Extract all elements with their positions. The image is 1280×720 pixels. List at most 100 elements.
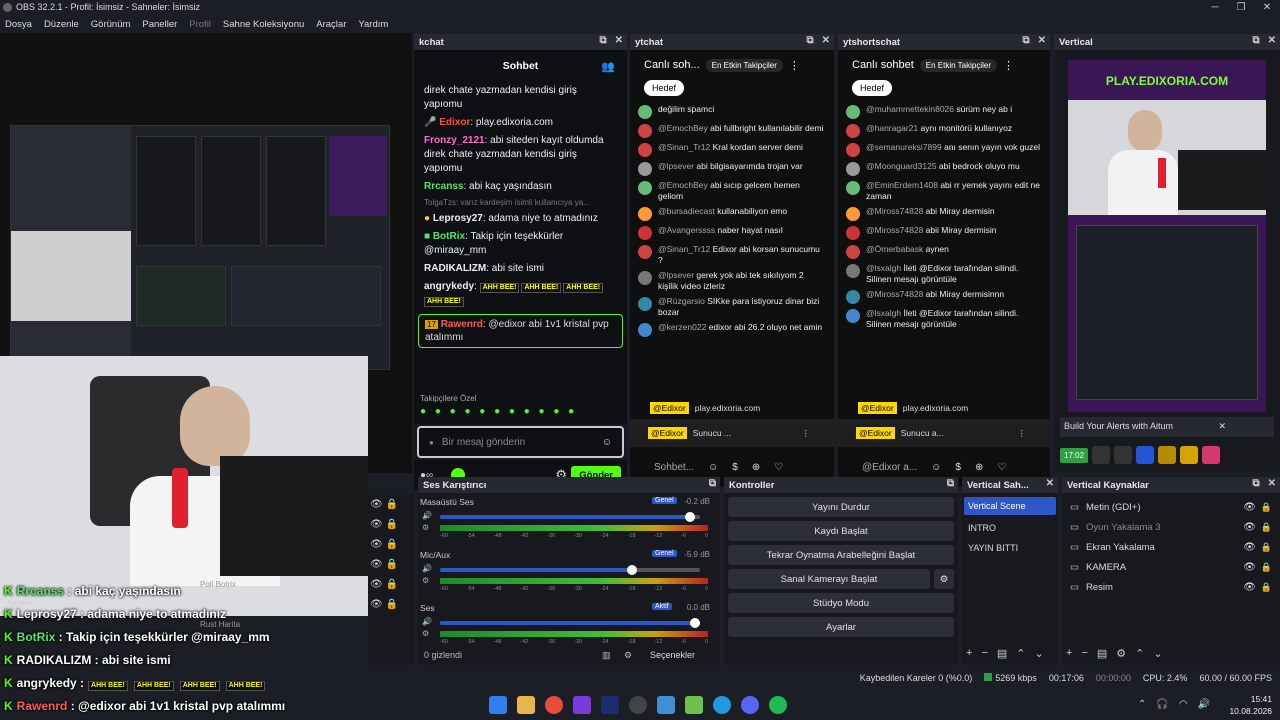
mixer-options[interactable]: Seçenekler <box>650 650 695 660</box>
start-recording-button[interactable]: Kaydı Başlat <box>728 521 954 541</box>
more-icon[interactable]: ⋮ <box>802 428 811 439</box>
close-icon[interactable]: ✕ <box>1254 0 1280 15</box>
eye-icon[interactable]: 👁 <box>1243 562 1256 573</box>
minus-icon[interactable]: − <box>1081 647 1087 660</box>
eye-icon[interactable]: 👁 <box>1243 502 1256 513</box>
gear-icon[interactable]: ⚙ <box>624 650 632 661</box>
record-icon[interactable] <box>1092 446 1111 464</box>
stop-icon[interactable] <box>1114 446 1133 464</box>
chevron-up-icon[interactable]: ⌃ <box>1138 699 1146 710</box>
volume-icon[interactable]: 🔊 <box>1198 699 1210 710</box>
volume-knob[interactable] <box>689 618 700 628</box>
menu-view[interactable]: Görünüm <box>91 19 131 30</box>
filter-icon[interactable]: ▤ <box>1097 647 1107 660</box>
lock-icon[interactable]: 🔒 <box>1261 562 1272 573</box>
heart-icon[interactable] <box>1202 446 1221 464</box>
obs-icon[interactable] <box>629 696 647 714</box>
source-item[interactable]: ▭ Resim 👁 🔒 <box>1062 577 1280 597</box>
users-icon[interactable]: 👥 <box>601 60 615 73</box>
backtrack-icon[interactable] <box>1158 446 1177 464</box>
volume-icon[interactable]: 🔊 <box>422 617 432 626</box>
menu-profile[interactable]: Profil <box>189 19 211 30</box>
premiere-pro-icon[interactable] <box>601 696 619 714</box>
volume-slider[interactable] <box>440 512 700 522</box>
eye-icon[interactable]: 👁 <box>1243 582 1256 593</box>
float-icon[interactable]: ⧉ <box>806 35 813 46</box>
chevron-up-icon[interactable]: ⌃ <box>1135 647 1144 660</box>
ytchat-input[interactable]: Sohbet... <box>654 462 694 473</box>
preview-canvas[interactable] <box>0 33 412 616</box>
volume-knob[interactable] <box>684 512 695 522</box>
tool-icon[interactable] <box>657 696 675 714</box>
live-chat-title[interactable]: Canlı sohbet <box>852 59 914 71</box>
menu-file[interactable]: Dosya <box>5 19 32 30</box>
menu-edit[interactable]: Düzenle <box>44 19 79 30</box>
vertical-preview[interactable]: PLAY.EDIXORIA.COM <box>1068 60 1266 412</box>
close-icon[interactable]: ✕ <box>1268 478 1276 489</box>
heart-icon[interactable]: ♡ <box>997 462 1006 473</box>
dollar-icon[interactable]: $ <box>732 462 738 473</box>
kchat-tab-chat[interactable]: Sohbet <box>503 60 539 72</box>
clock[interactable]: 15:41 10.08.2026 <box>1229 693 1272 717</box>
volume-icon[interactable]: 🔊 <box>422 564 432 573</box>
emoji-icon[interactable]: ☺ <box>708 462 718 473</box>
menu-tools[interactable]: Araçlar <box>316 19 346 30</box>
close-icon[interactable]: ✕ <box>822 35 830 46</box>
volume-slider[interactable] <box>440 565 700 575</box>
scene-item[interactable]: YAYIN BITTI <box>962 539 1058 559</box>
scene-item[interactable]: INTRO <box>962 519 1058 539</box>
replay-icon[interactable] <box>1136 446 1155 464</box>
float-icon[interactable]: ⧉ <box>947 478 954 489</box>
volume-slider[interactable] <box>440 618 700 628</box>
plus-icon[interactable]: + <box>1066 647 1072 660</box>
lock-icon[interactable]: 🔒 <box>1261 502 1272 513</box>
minecraft-icon[interactable] <box>685 696 703 714</box>
stop-stream-button[interactable]: Yayını Durdur <box>728 497 954 517</box>
gear-icon[interactable]: ⚙ <box>934 569 954 589</box>
plus-icon[interactable]: ⊕ <box>752 462 760 473</box>
layout-icon[interactable]: ▥ <box>602 650 611 661</box>
maximize-icon[interactable]: ❐ <box>1228 0 1254 15</box>
windows-start-icon[interactable] <box>489 696 507 714</box>
settings-icon[interactable] <box>1180 446 1199 464</box>
minimize-icon[interactable]: ─ <box>1202 0 1228 15</box>
spotify-icon[interactable] <box>769 696 787 714</box>
premiere-icon[interactable] <box>573 696 591 714</box>
eye-icon[interactable]: 👁 <box>1243 542 1256 553</box>
scene-item-active[interactable]: Vertical Scene <box>964 497 1056 515</box>
start-replay-buffer-button[interactable]: Tekrar Oynatma Arabelleğini Başlat <box>728 545 954 565</box>
start-virtual-camera-button[interactable]: Sanal Kamerayı Başlat <box>728 569 930 589</box>
float-icon[interactable]: ⧉ <box>1252 35 1259 46</box>
menu-scene-collection[interactable]: Sahne Koleksiyonu <box>223 19 304 30</box>
float-icon[interactable]: ⧉ <box>599 35 606 46</box>
float-icon[interactable]: ⧉ <box>709 478 716 489</box>
source-item[interactable]: ▭ KAMERA 👁 🔒 <box>1062 557 1280 577</box>
more-icon[interactable]: ⋮ <box>1018 428 1027 439</box>
menu-docks[interactable]: Paneller <box>142 19 177 30</box>
goal-chip[interactable]: Hedef <box>644 80 685 96</box>
gear-icon[interactable]: ⚙ <box>422 629 429 638</box>
lock-icon[interactable]: 🔒 <box>1261 582 1272 593</box>
chevron-up-icon[interactable]: ⌃ <box>1016 647 1025 660</box>
more-icon[interactable]: ⋮ <box>789 59 800 72</box>
goal-chip[interactable]: Hedef <box>852 80 893 96</box>
close-icon[interactable]: ✕ <box>615 35 623 46</box>
settings-button[interactable]: Ayarlar <box>728 617 954 637</box>
chevron-down-icon[interactable]: ⌄ <box>1035 647 1044 660</box>
volume-knob[interactable] <box>627 565 638 575</box>
lock-icon[interactable]: 🔒 <box>1261 522 1272 533</box>
source-item[interactable]: ▭ Oyun Yakalama 3 👁 🔒 <box>1062 517 1280 537</box>
volume-icon[interactable]: 🔊 <box>422 511 432 520</box>
gear-icon[interactable]: ⚙ <box>422 523 429 532</box>
ytshorts-input[interactable]: @Edixor a... <box>862 462 917 473</box>
edge-icon[interactable] <box>713 696 731 714</box>
chrome-icon[interactable] <box>545 696 563 714</box>
menu-help[interactable]: Yardım <box>358 19 388 30</box>
source-item[interactable]: ▭ Metin (GDI+) 👁 🔒 <box>1062 497 1280 517</box>
close-icon[interactable]: ✕ <box>1268 35 1276 46</box>
chevron-down-icon[interactable]: ⌄ <box>1153 647 1162 660</box>
top-fans-chip[interactable]: En Etkin Takipçiler <box>919 58 997 72</box>
live-chat-title[interactable]: Canlı soh... <box>644 59 700 71</box>
heart-icon[interactable]: ♡ <box>774 462 783 473</box>
emoji-icon[interactable]: ☺ <box>602 437 612 448</box>
